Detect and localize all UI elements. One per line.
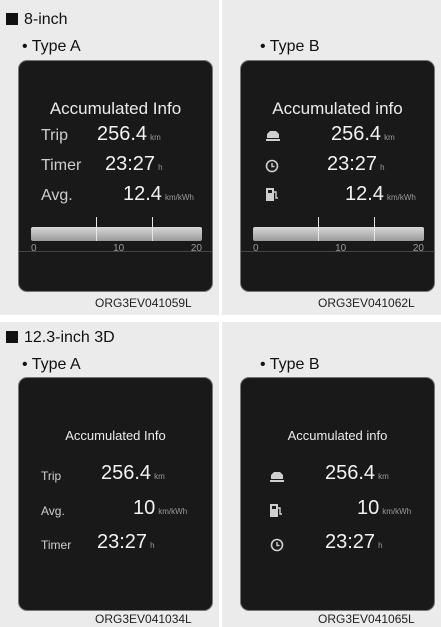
type-label: • Type A xyxy=(22,356,81,373)
bar-tick xyxy=(152,217,154,241)
avg-unit: km/kWh xyxy=(382,507,412,516)
scale-label-10: 10 xyxy=(335,243,347,254)
type-label: • Type B xyxy=(260,38,320,55)
timer-number: 23:27 xyxy=(105,153,156,175)
trip-number: 256.4 xyxy=(331,123,382,145)
screen-title: Accumulated info xyxy=(272,99,403,118)
divider xyxy=(241,251,434,252)
panel-8inch-type-b: • Type B Accumulated info 256.4 km 23:27 h… xyxy=(222,0,441,315)
trip-unit: km xyxy=(154,472,165,481)
type-label: • Type A xyxy=(22,38,81,55)
type-label: • Type B xyxy=(260,356,320,373)
avg-number: 10 xyxy=(133,497,156,519)
timer-number: 23:27 xyxy=(327,153,378,175)
trip-value: 256.4 km xyxy=(331,123,395,146)
efficiency-bar-fill xyxy=(253,227,424,241)
timer-unit: h xyxy=(158,163,163,172)
efficiency-bar: 0 10 20 xyxy=(31,217,202,259)
avg-unit: km/kWh xyxy=(158,507,188,516)
trip-number: 256.4 xyxy=(97,123,148,145)
section-title-8inch: 8-inch xyxy=(6,11,68,29)
timer-unit: h xyxy=(378,541,383,550)
trip-label: Trip xyxy=(41,127,68,144)
car-trip-icon xyxy=(269,470,285,486)
bar-tick xyxy=(317,217,319,241)
car-trip-icon xyxy=(265,129,281,145)
cluster-screen: Accumulated Info Trip 256.4 km Timer 23:2… xyxy=(18,60,213,292)
timer-unit: h xyxy=(150,541,155,550)
bar-tick xyxy=(95,217,97,241)
avg-unit: km/kWh xyxy=(164,193,194,202)
section-title-12inch: 12.3-inch 3D xyxy=(6,329,115,347)
efficiency-bar: 0 10 20 xyxy=(253,217,424,259)
screen-title: Accumulated info xyxy=(287,428,388,443)
charging-station-icon xyxy=(265,187,279,204)
cluster-screen: Accumulated Info Trip 256.4 km Avg. 10 km/… xyxy=(18,377,213,611)
section-title-text: 12.3-inch 3D xyxy=(24,329,115,346)
avg-unit: km/kWh xyxy=(386,193,416,202)
avg-value: 10 km/kWh xyxy=(357,497,411,520)
timer-label: Timer xyxy=(41,538,72,552)
figure-code: ORG3EV041034L xyxy=(95,612,192,626)
trip-value: 256.4 km xyxy=(101,462,165,485)
timer-number: 23:27 xyxy=(325,531,376,553)
trip-value: 256.4 km xyxy=(97,123,161,146)
figure-code: ORG3EV041065L xyxy=(318,612,415,626)
timer-number: 23:27 xyxy=(97,531,148,553)
divider xyxy=(19,251,212,252)
charging-station-icon xyxy=(269,503,283,520)
bar-tick xyxy=(374,217,376,241)
avg-number: 12.4 xyxy=(345,183,384,205)
avg-value: 12.4 km/kWh xyxy=(123,183,194,206)
avg-number: 10 xyxy=(357,497,380,519)
figure-code: ORG3EV041059L xyxy=(95,296,192,310)
timer-unit: h xyxy=(380,163,385,172)
trip-unit: km xyxy=(150,133,161,142)
trip-unit: km xyxy=(384,133,395,142)
scale-label-20: 20 xyxy=(190,243,202,254)
timer-label: Timer xyxy=(41,157,82,174)
trip-number: 256.4 xyxy=(325,462,376,484)
timer-value: 23:27 h xyxy=(327,153,385,176)
avg-label: Avg. xyxy=(41,504,65,518)
figure-code: ORG3EV041062L xyxy=(318,296,415,310)
avg-label: Avg. xyxy=(41,187,73,204)
clock-icon xyxy=(265,159,279,175)
trip-label: Trip xyxy=(41,469,62,483)
timer-value: 23:27 h xyxy=(325,531,383,554)
trip-value: 256.4 km xyxy=(325,462,389,485)
panel-8inch-type-a: 8-inch • Type A Accumulated Info Trip 25… xyxy=(0,0,219,315)
timer-value: 23:27 h xyxy=(105,153,163,176)
square-bullet-icon xyxy=(6,13,18,25)
clock-icon xyxy=(270,538,284,554)
efficiency-bar-fill xyxy=(31,227,202,241)
scale-label-0: 0 xyxy=(253,243,259,254)
square-bullet-icon xyxy=(6,331,18,343)
scale-label-0: 0 xyxy=(31,243,37,254)
scale-label-20: 20 xyxy=(412,243,424,254)
trip-number: 256.4 xyxy=(101,462,152,484)
trip-unit: km xyxy=(378,472,389,481)
timer-value: 23:27 h xyxy=(97,531,155,554)
scale-label-10: 10 xyxy=(113,243,125,254)
avg-value: 10 km/kWh xyxy=(133,497,187,520)
cluster-screen: Accumulated info 256.4 km 10 km/kWh 23:27 h xyxy=(240,377,435,611)
panel-12inch-type-b: • Type B Accumulated info 256.4 km 10 km/k… xyxy=(222,322,441,627)
screen-title: Accumulated Info xyxy=(49,99,182,118)
avg-number: 12.4 xyxy=(123,183,162,205)
panel-12inch-type-a: 12.3-inch 3D • Type A Accumulated Info T… xyxy=(0,322,219,627)
avg-value: 12.4 km/kWh xyxy=(345,183,416,206)
section-title-text: 8-inch xyxy=(24,11,68,28)
screen-title: Accumulated Info xyxy=(65,428,166,443)
cluster-screen: Accumulated info 256.4 km 23:27 h 12.4 km/k… xyxy=(240,60,435,292)
